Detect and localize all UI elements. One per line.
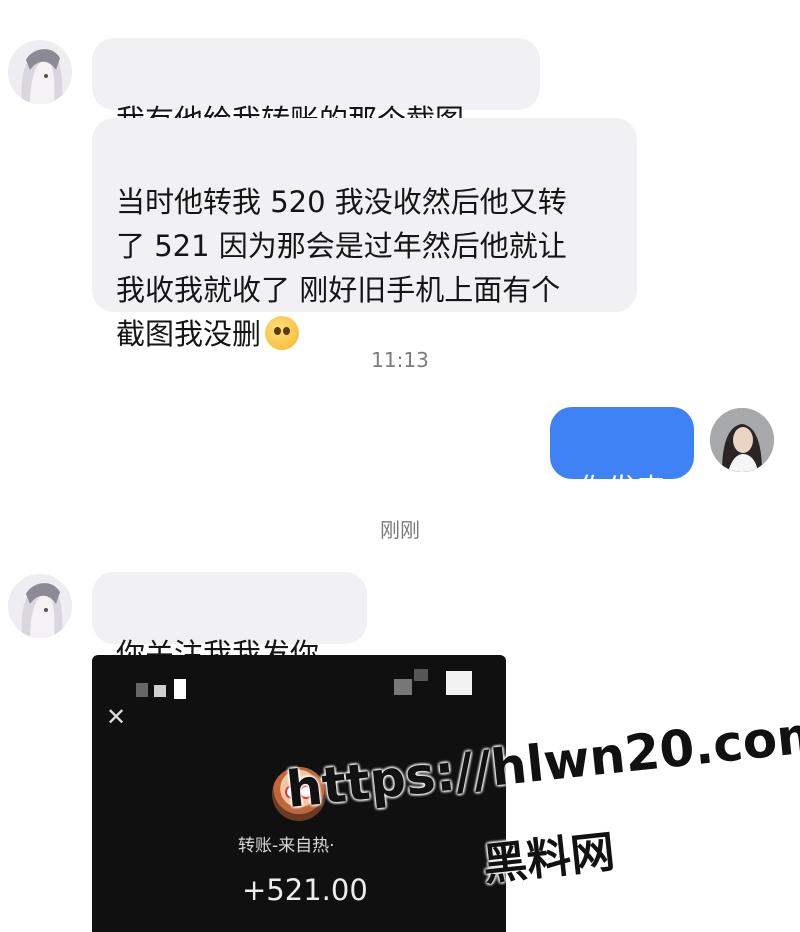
message-bubble-incoming[interactable]: 你关注我我发你 [92, 572, 367, 671]
timestamp: 11:13 [371, 348, 429, 372]
pixelated-status-bar [174, 679, 186, 699]
other-user-avatar[interactable] [8, 40, 72, 104]
watermark: https://hlwn20.com 黑料网 [284, 704, 800, 930]
user-photo-icon [710, 408, 774, 472]
other-user-avatar[interactable] [8, 574, 72, 638]
pleading-face-emoji-icon [265, 316, 300, 350]
timestamp: 刚刚 [380, 518, 420, 542]
pixelated-status-bar [394, 679, 412, 695]
my-avatar[interactable] [710, 408, 774, 472]
message-text: 当时他转我 520 我没收然后他又转 了 521 因为那会是过年然后他就让 我收… [116, 185, 567, 351]
message-bubble-incoming[interactable]: 我有他给我转账的那个截图 [92, 38, 540, 137]
close-icon: ✕ [106, 703, 127, 731]
pixelated-status-bar [136, 683, 148, 697]
pixelated-status-bar [414, 669, 428, 681]
message-bubble-incoming[interactable]: 当时他转我 520 我没收然后他又转 了 521 因为那会是过年然后他就让 我收… [92, 118, 637, 351]
message-text: 你发来 [578, 472, 666, 506]
pixelated-status-bar [154, 685, 166, 697]
anime-avatar-icon [8, 40, 72, 104]
watermark-site-name: 黑料网 [480, 826, 618, 892]
message-bubble-outgoing[interactable]: 你发来 [550, 407, 694, 506]
anime-avatar-icon [8, 574, 72, 638]
pixelated-status-bar [446, 671, 472, 695]
